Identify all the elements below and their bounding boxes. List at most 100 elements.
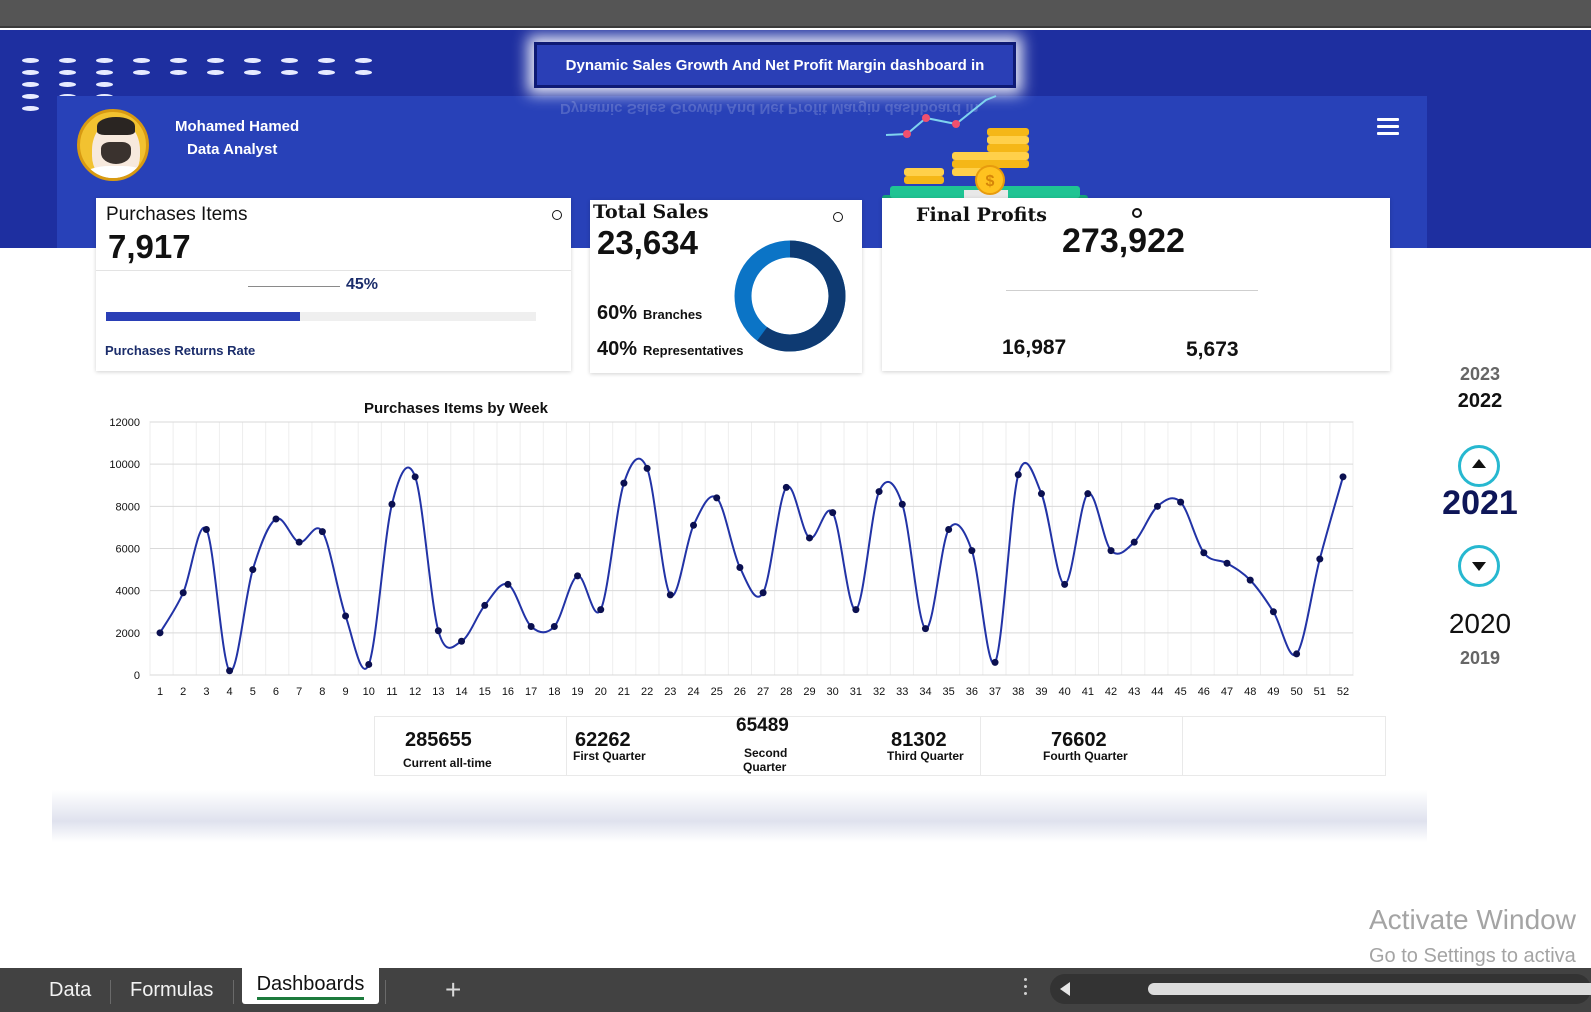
data-point <box>179 589 187 597</box>
x-tick-label: 31 <box>850 686 862 698</box>
data-point <box>1200 549 1208 557</box>
x-tick-label: 27 <box>757 686 769 698</box>
x-tick-label: 34 <box>919 686 931 698</box>
decorative-dot <box>96 70 113 75</box>
decorative-dot <box>133 58 150 63</box>
activation-watermark-hint: Go to Settings to activa <box>1369 945 1576 967</box>
fourth-quarter-cell: 76602 Fourth Quarter <box>981 717 1183 775</box>
total-sales-value: 23,634 <box>597 224 698 261</box>
data-point <box>690 521 698 529</box>
year-2023[interactable]: 2023 <box>1425 364 1535 385</box>
menu-icon[interactable] <box>1377 118 1399 136</box>
data-point <box>782 483 790 491</box>
data-point <box>1223 559 1231 567</box>
x-tick-label: 36 <box>966 686 978 698</box>
data-point <box>1316 555 1324 563</box>
year-down-button[interactable] <box>1458 545 1500 587</box>
x-tick-label: 7 <box>296 686 302 698</box>
x-tick-label: 41 <box>1082 686 1094 698</box>
all-time-label: Current all-time <box>403 756 492 770</box>
x-tick-label: 33 <box>896 686 908 698</box>
data-point <box>805 534 813 542</box>
year-2019[interactable]: 2019 <box>1425 648 1535 669</box>
data-point <box>713 494 721 502</box>
profits-divider <box>1006 290 1258 291</box>
q2-label-line1: Second <box>744 746 788 760</box>
data-point <box>898 500 906 508</box>
data-point <box>736 563 744 571</box>
all-time-value: 285655 <box>405 729 472 751</box>
all-time-cell: 285655 Current all-time <box>375 717 567 775</box>
year-selected: 2021 <box>1442 484 1518 522</box>
quarter-summary: 285655 Current all-time 62262 First Quar… <box>374 715 1386 776</box>
avatar <box>77 109 149 181</box>
x-tick-label: 44 <box>1151 686 1163 698</box>
year-2022[interactable]: 2022 <box>1425 390 1535 413</box>
year-up-button[interactable] <box>1458 445 1500 487</box>
profits-radio-icon[interactable] <box>1132 208 1142 218</box>
x-tick-label: 22 <box>641 686 653 698</box>
data-point <box>597 606 605 614</box>
window-top-bar <box>0 0 1591 28</box>
profits-sub-right: 5,673 <box>1186 338 1239 361</box>
x-tick-label: 25 <box>711 686 723 698</box>
tab-dashboards[interactable]: Dashboards <box>242 968 379 1004</box>
data-point <box>202 526 210 534</box>
panel-shadow <box>52 790 1427 842</box>
user-role: Data Analyst <box>187 141 278 158</box>
more-options-icon[interactable] <box>1023 978 1029 1000</box>
profits-sub-left: 16,987 <box>1002 336 1067 359</box>
tab-dashboards-label: Dashboards <box>256 973 365 1000</box>
data-point <box>249 566 257 574</box>
arrow-down-icon <box>1472 562 1486 571</box>
data-point <box>365 660 373 668</box>
sales-radio-icon[interactable] <box>833 212 843 222</box>
tab-separator <box>110 980 111 1004</box>
decorative-dot <box>244 58 261 63</box>
x-tick-label: 35 <box>943 686 955 698</box>
x-tick-label: 45 <box>1175 686 1187 698</box>
decorative-dot <box>22 94 39 99</box>
data-point <box>666 591 674 599</box>
data-point <box>1177 498 1185 506</box>
data-point <box>411 473 419 481</box>
decorative-dot <box>59 70 76 75</box>
data-point <box>434 627 442 635</box>
decorative-dot <box>318 70 335 75</box>
data-point <box>295 538 303 546</box>
data-point <box>1153 502 1161 510</box>
return-rate-bar <box>106 312 536 321</box>
purchases-radio-icon[interactable] <box>552 210 562 220</box>
representatives-label: Representatives <box>643 343 744 358</box>
x-tick-label: 37 <box>989 686 1001 698</box>
data-point <box>620 479 628 487</box>
scrollbar-thumb[interactable] <box>1148 983 1591 995</box>
year-selector: 2023 2022 2021 2020 2019 <box>1425 360 1535 680</box>
tab-data[interactable]: Data <box>49 968 91 1012</box>
x-tick-label: 50 <box>1290 686 1302 698</box>
tab-formulas[interactable]: Formulas <box>130 968 213 1012</box>
add-sheet-button[interactable]: + <box>445 974 461 1006</box>
x-tick-label: 19 <box>571 686 583 698</box>
y-tick-label: 2000 <box>116 628 140 640</box>
x-tick-label: 14 <box>455 686 467 698</box>
year-2020[interactable]: 2020 <box>1425 608 1535 640</box>
scroll-left-icon[interactable] <box>1060 982 1070 996</box>
x-tick-label: 17 <box>525 686 537 698</box>
x-tick-label: 5 <box>250 686 256 698</box>
x-tick-label: 49 <box>1267 686 1279 698</box>
data-point <box>1037 490 1045 498</box>
representatives-percent: 40% <box>597 338 638 360</box>
horizontal-scrollbar[interactable] <box>1050 974 1591 1004</box>
x-tick-label: 12 <box>409 686 421 698</box>
data-point <box>991 658 999 666</box>
data-point <box>342 612 350 620</box>
q3-label: Third Quarter <box>887 749 964 763</box>
avatar-hair <box>97 117 135 135</box>
y-tick-label: 10000 <box>109 459 140 471</box>
representatives-share: 40% Representatives <box>597 338 743 361</box>
purchases-by-week-chart: 0200040006000800010000120001 2 3 4 5 6 7 8 9 10 11… <box>109 417 1354 698</box>
decorative-dot <box>207 70 224 75</box>
x-tick-label: 9 <box>343 686 349 698</box>
q2-value: 65489 <box>736 715 789 736</box>
